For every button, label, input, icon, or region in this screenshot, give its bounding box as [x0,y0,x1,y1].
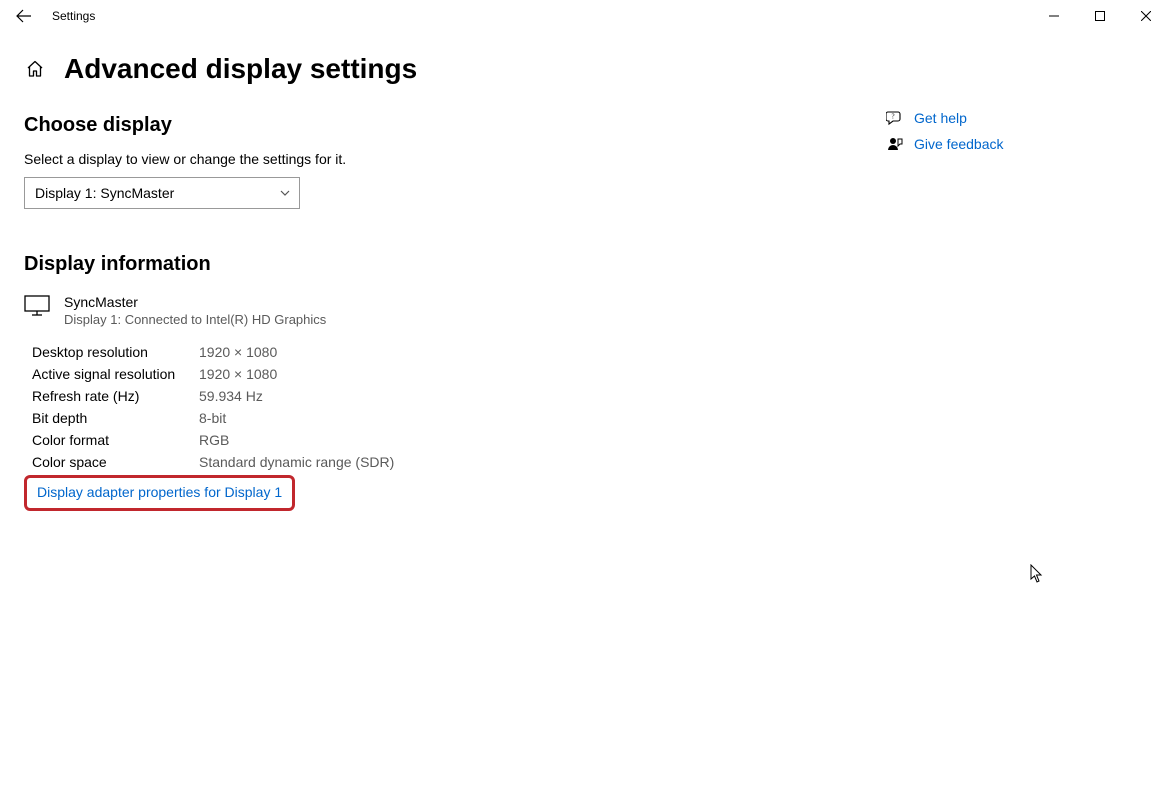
choose-display-subtext: Select a display to view or change the s… [24,151,884,167]
highlight-box: Display adapter properties for Display 1 [24,475,295,511]
info-value: 1920 × 1080 [199,341,394,363]
cursor-icon [1029,564,1045,584]
monitor-name: SyncMaster [64,294,326,310]
page-title: Advanced display settings [64,52,417,86]
get-help-link[interactable]: ? Get help [884,110,1144,126]
home-icon[interactable] [24,58,46,80]
minimize-button[interactable] [1031,0,1077,32]
arrow-left-icon [16,8,32,24]
display-select-value: Display 1: SyncMaster [35,185,279,201]
maximize-icon [1095,11,1105,21]
display-select[interactable]: Display 1: SyncMaster [24,177,300,209]
table-row: Active signal resolution 1920 × 1080 [32,363,394,385]
close-icon [1141,11,1151,21]
titlebar: Settings [0,0,1169,32]
svg-text:?: ? [891,113,894,121]
info-value: Standard dynamic range (SDR) [199,451,394,473]
table-row: Bit depth 8-bit [32,407,394,429]
feedback-icon [884,136,906,152]
table-row: Color format RGB [32,429,394,451]
info-label: Color space [32,451,199,473]
window-title: Settings [48,9,95,23]
maximize-button[interactable] [1077,0,1123,32]
table-row: Color space Standard dynamic range (SDR) [32,451,394,473]
display-info-table: Desktop resolution 1920 × 1080 Active si… [32,341,394,473]
display-adapter-link[interactable]: Display adapter properties for Display 1 [37,484,282,500]
info-value: 8-bit [199,407,394,429]
monitor-icon [24,294,54,323]
table-row: Desktop resolution 1920 × 1080 [32,341,394,363]
help-sidebar: ? Get help Give feedback [884,52,1144,511]
give-feedback-label: Give feedback [914,136,1004,152]
minimize-icon [1049,11,1059,21]
display-info-heading: Display information [24,253,884,276]
info-label: Active signal resolution [32,363,199,385]
info-label: Refresh rate (Hz) [32,385,199,407]
choose-display-heading: Choose display [24,114,884,137]
get-help-label: Get help [914,110,967,126]
info-value: 1920 × 1080 [199,363,394,385]
info-label: Desktop resolution [32,341,199,363]
chevron-down-icon [279,187,291,199]
monitor-summary: SyncMaster Display 1: Connected to Intel… [24,294,884,327]
info-label: Bit depth [32,407,199,429]
monitor-detail: Display 1: Connected to Intel(R) HD Grap… [64,312,326,327]
table-row: Refresh rate (Hz) 59.934 Hz [32,385,394,407]
close-button[interactable] [1123,0,1169,32]
info-value: 59.934 Hz [199,385,394,407]
give-feedback-link[interactable]: Give feedback [884,136,1144,152]
main-content: Advanced display settings Choose display… [24,52,884,511]
help-icon: ? [884,110,906,126]
back-button[interactable] [0,0,48,32]
info-value: RGB [199,429,394,451]
info-label: Color format [32,429,199,451]
